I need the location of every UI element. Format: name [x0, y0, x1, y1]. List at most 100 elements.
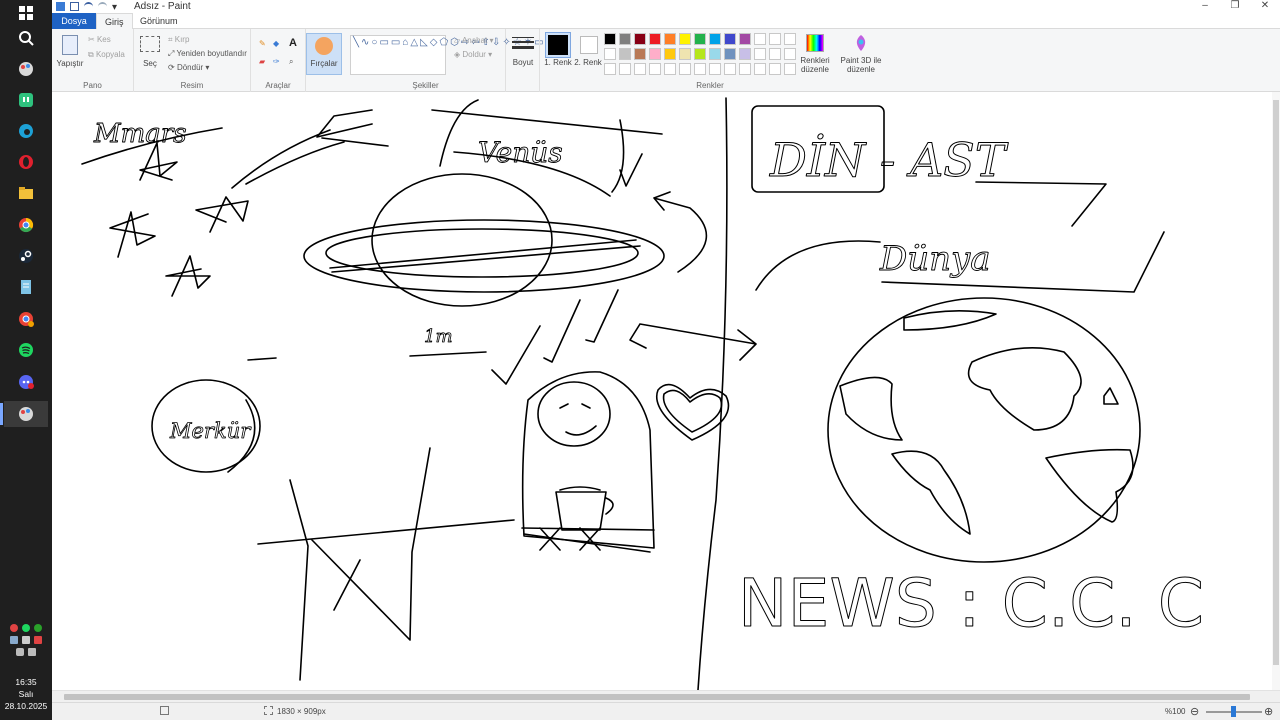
horizontal-scroll-thumb[interactable]	[64, 694, 1250, 700]
paint-active-taskbar-icon[interactable]	[4, 401, 48, 427]
color-swatch[interactable]	[679, 33, 691, 45]
empty-color-swatch[interactable]	[784, 33, 796, 45]
twitch-icon[interactable]	[13, 87, 39, 113]
color-swatch[interactable]	[739, 48, 751, 60]
copy-button[interactable]: ⧉ Kopyala	[88, 50, 125, 60]
brushes-button[interactable]: Fırçalar	[306, 33, 342, 75]
tab-view[interactable]: Görünum	[132, 13, 186, 29]
tray-app-icon[interactable]	[34, 624, 42, 632]
custom-color-swatch[interactable]	[604, 63, 616, 75]
color-swatch[interactable]	[679, 48, 691, 60]
windows-start-icon[interactable]	[13, 0, 39, 26]
empty-color-swatch[interactable]	[754, 33, 766, 45]
pencil-icon[interactable]: ✎	[259, 39, 266, 48]
chevron-down-icon[interactable]: ▾	[112, 2, 117, 13]
rotate-button[interactable]: ⟳ Döndür ▾	[168, 63, 209, 72]
network-icon[interactable]	[10, 636, 18, 644]
color-swatch[interactable]	[664, 48, 676, 60]
magnifier-icon[interactable]: ⌕	[289, 57, 293, 67]
color-swatch[interactable]	[724, 33, 736, 45]
color-swatch[interactable]	[709, 33, 721, 45]
custom-color-swatch[interactable]	[679, 63, 691, 75]
volume-icon[interactable]	[22, 636, 30, 644]
paint3d-icon[interactable]	[854, 34, 868, 52]
color-swatch[interactable]	[604, 33, 616, 45]
tab-home[interactable]: Giriş	[96, 13, 133, 29]
record-icon[interactable]	[34, 636, 42, 644]
minimize-button[interactable]: –	[1190, 0, 1220, 13]
custom-color-swatch[interactable]	[784, 63, 796, 75]
select-button-label[interactable]: Seç	[134, 59, 166, 68]
fill-bucket-icon[interactable]: ◆	[273, 39, 279, 48]
color-swatch[interactable]	[619, 33, 631, 45]
paste-icon[interactable]	[62, 35, 78, 55]
undo-icon[interactable]	[84, 2, 93, 11]
color-swatch[interactable]	[649, 33, 661, 45]
display-icon[interactable]	[28, 648, 36, 656]
custom-color-swatch[interactable]	[619, 63, 631, 75]
zoom-out-button[interactable]: ⊖	[1190, 705, 1199, 718]
discord-icon[interactable]	[13, 369, 39, 395]
color-swatch[interactable]	[634, 48, 646, 60]
empty-color-swatch[interactable]	[784, 48, 796, 60]
empty-color-swatch[interactable]	[754, 48, 766, 60]
mic-muted-icon[interactable]	[10, 624, 18, 632]
edit-colors-icon[interactable]	[806, 34, 824, 52]
microphone-icon[interactable]	[16, 648, 24, 656]
empty-color-swatch[interactable]	[769, 48, 781, 60]
color-swatch[interactable]	[634, 33, 646, 45]
tab-file[interactable]: Dosya	[52, 13, 96, 29]
search-icon[interactable]	[13, 25, 39, 51]
fill-button[interactable]: ◈ Doldur ▾	[454, 50, 492, 59]
text-tool-icon[interactable]: A	[289, 37, 297, 49]
custom-color-swatch[interactable]	[769, 63, 781, 75]
color-picker-icon[interactable]: ✑	[273, 57, 280, 66]
maximize-button[interactable]: ❐	[1220, 0, 1250, 13]
color-swatch[interactable]	[604, 48, 616, 60]
color-swatch[interactable]	[724, 48, 736, 60]
paint-app-taskbar-icon[interactable]	[13, 56, 39, 82]
chrome-profile-icon[interactable]	[13, 306, 39, 332]
custom-color-swatch[interactable]	[739, 63, 751, 75]
color-swatch[interactable]	[694, 33, 706, 45]
drawing-canvas[interactable]: Mmars Venüs 1m Merkür DİN - AST Dünya NE…	[52, 92, 1280, 690]
color-swatch[interactable]	[619, 48, 631, 60]
close-button[interactable]: ✕	[1250, 0, 1280, 13]
save-icon[interactable]	[70, 2, 79, 11]
steam-icon[interactable]	[13, 243, 39, 269]
color-swatch[interactable]	[649, 48, 661, 60]
taskbar-clock[interactable]: 16:35 Salı 28.10.2025	[0, 676, 52, 712]
outline-button[interactable]: ▱ Anahat ▾	[454, 36, 494, 45]
custom-color-swatch[interactable]	[664, 63, 676, 75]
size-button[interactable]: Boyut	[506, 29, 540, 92]
color2-selector[interactable]	[580, 36, 598, 54]
spotify-icon[interactable]	[13, 337, 39, 363]
edge-icon[interactable]	[13, 118, 39, 144]
custom-color-swatch[interactable]	[709, 63, 721, 75]
custom-color-swatch[interactable]	[694, 63, 706, 75]
chrome-icon[interactable]	[13, 212, 39, 238]
custom-color-swatch[interactable]	[649, 63, 661, 75]
eraser-icon[interactable]: ▰	[259, 57, 265, 66]
custom-color-swatch[interactable]	[724, 63, 736, 75]
crop-button[interactable]: ⌗ Kırp	[168, 35, 189, 45]
horizontal-scrollbar[interactable]	[52, 690, 1280, 702]
paint3d-label[interactable]: Paint 3D ile düzenle	[836, 56, 886, 74]
color1-selector[interactable]	[545, 32, 571, 58]
select-icon[interactable]	[140, 36, 160, 52]
vertical-scrollbar[interactable]	[1272, 92, 1280, 690]
color-swatch[interactable]	[739, 33, 751, 45]
vertical-scroll-thumb[interactable]	[1273, 100, 1279, 665]
color-swatch[interactable]	[664, 33, 676, 45]
file-explorer-icon[interactable]	[13, 180, 39, 206]
paste-button-label[interactable]: Yapıştır	[52, 59, 88, 68]
spotify-tray-icon[interactable]	[22, 624, 30, 632]
shapes-gallery[interactable]: ╲∿○▭▭⌂△◺◇⬠⬡⇨⇦⇧⇩✧☆✶▭◯♡	[350, 35, 568, 75]
empty-color-swatch[interactable]	[769, 33, 781, 45]
cut-button[interactable]: ✂ Kes	[88, 35, 111, 44]
custom-color-swatch[interactable]	[754, 63, 766, 75]
custom-color-swatch[interactable]	[634, 63, 646, 75]
color-swatch[interactable]	[694, 48, 706, 60]
resize-button[interactable]: ⤢ Yeniden boyutlandır	[168, 49, 247, 59]
zoom-in-button[interactable]: ⊕	[1264, 705, 1273, 718]
